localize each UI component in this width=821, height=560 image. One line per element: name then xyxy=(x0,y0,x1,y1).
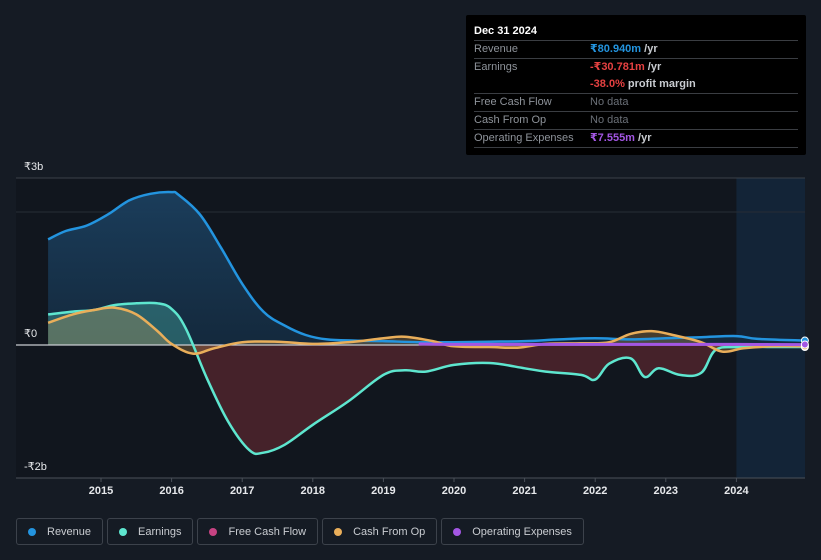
x-tick-label: 2016 xyxy=(159,485,184,497)
tooltip-row-revenue: Revenue ₹80.940m /yr xyxy=(474,40,798,58)
tooltip-date: Dec 31 2024 xyxy=(474,25,537,37)
legend-dot-icon xyxy=(28,527,36,536)
tooltip-value: No data xyxy=(590,114,629,126)
legend-label: Earnings xyxy=(138,525,182,538)
x-tick-label: 2022 xyxy=(582,485,608,497)
tooltip-unit: profit margin xyxy=(624,78,696,90)
legend-item-revenue[interactable]: Revenue xyxy=(16,518,104,545)
tooltip-value: ₹80.940m xyxy=(590,43,642,55)
tooltip-row-free-cash-flow: Free Cash Flow No data xyxy=(474,93,798,111)
y-tick-label: -₹2b xyxy=(24,461,47,473)
tooltip-label: Revenue xyxy=(474,43,519,55)
y-tick-label: ₹3b xyxy=(24,161,44,173)
legend-item-operating-expenses[interactable]: Operating Expenses xyxy=(441,518,584,545)
x-tick-label: 2020 xyxy=(441,485,467,497)
legend-label: Operating Expenses xyxy=(472,525,572,538)
tooltip-value: ₹7.555m xyxy=(590,132,635,144)
tooltip: Dec 31 2024 Revenue ₹80.940m /yr Earning… xyxy=(466,15,806,155)
tooltip-label: Cash From Op xyxy=(474,114,547,126)
x-tick-label: 2023 xyxy=(653,485,679,497)
operating-expenses-line xyxy=(418,342,805,347)
tooltip-row-operating-expenses: Operating Expenses ₹7.555m /yr xyxy=(474,129,798,148)
legend-label: Revenue xyxy=(47,525,92,538)
legend-item-earnings[interactable]: Earnings xyxy=(107,518,194,545)
tooltip-label: Free Cash Flow xyxy=(474,96,552,108)
legend-dot-icon xyxy=(119,527,128,536)
legend-item-free-cash-flow[interactable]: Free Cash Flow xyxy=(197,518,319,545)
x-tick-label: 2017 xyxy=(229,485,255,497)
tooltip-value: -₹30.781m xyxy=(590,61,645,73)
x-tick-label: 2024 xyxy=(724,485,749,497)
tooltip-label: Operating Expenses xyxy=(474,132,574,144)
x-tick-label: 2019 xyxy=(371,485,396,497)
legend-dot-icon xyxy=(209,527,218,536)
x-tick-label: 2015 xyxy=(88,485,114,497)
tooltip-value: No data xyxy=(590,96,629,108)
tooltip-label: Earnings xyxy=(474,61,518,73)
legend-item-cash-from-op[interactable]: Cash From Op xyxy=(322,518,438,545)
tooltip-row-cash-from-op: Cash From Op No data xyxy=(474,111,798,129)
tooltip-unit: /yr xyxy=(644,61,662,73)
tooltip-row-earnings: Earnings -₹30.781m /yr xyxy=(474,58,798,76)
legend-label: Cash From Op xyxy=(353,525,426,538)
legend-dot-icon xyxy=(334,527,343,536)
tooltip-unit: /yr xyxy=(634,132,652,144)
legend-label: Free Cash Flow xyxy=(228,525,307,538)
legend: Revenue Earnings Free Cash Flow Cash Fro… xyxy=(16,518,584,545)
legend-dot-icon xyxy=(453,527,462,536)
tooltip-unit: /yr xyxy=(641,43,658,55)
operating-expenses-end-marker xyxy=(800,340,809,349)
tooltip-label xyxy=(474,76,590,93)
x-tick-label: 2021 xyxy=(512,485,537,497)
x-tick-label: 2018 xyxy=(300,485,326,497)
tooltip-value: -38.0% xyxy=(590,78,625,90)
y-tick-label: ₹0 xyxy=(24,328,38,340)
forecast-region xyxy=(736,178,805,478)
tooltip-row-profit-margin: -38.0% profit margin xyxy=(474,76,798,93)
